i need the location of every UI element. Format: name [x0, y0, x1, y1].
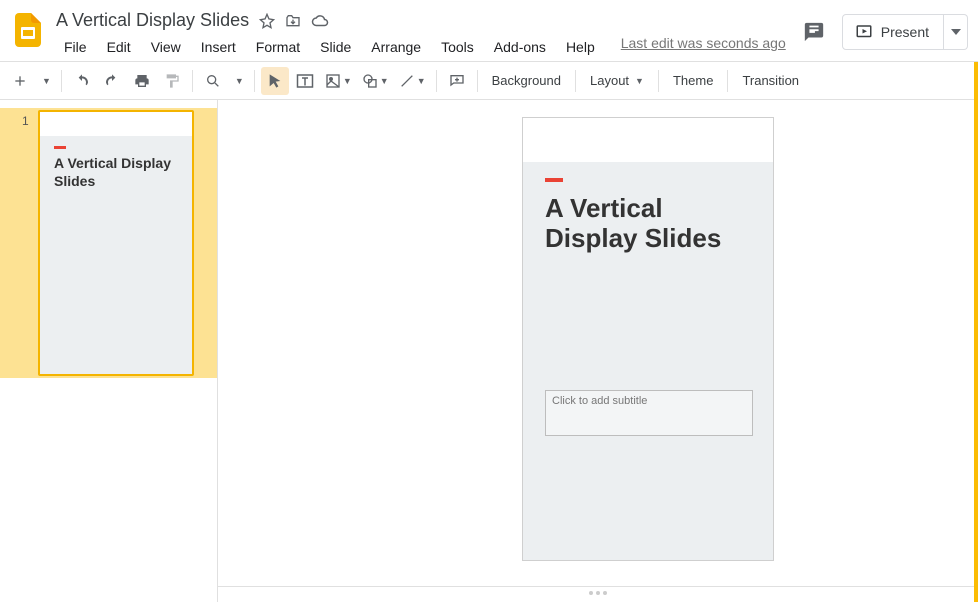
zoom-dropdown[interactable]: ▼	[229, 67, 248, 95]
layout-label: Layout	[590, 73, 629, 88]
separator	[727, 70, 728, 92]
canvas-content: A Vertical Display Slides	[523, 162, 773, 254]
separator	[254, 70, 255, 92]
toolbar: ▼ ▼ ▼ ▼ ▼ Background Layout▼ Theme	[0, 62, 978, 100]
zoom-button[interactable]	[199, 67, 227, 95]
canvas-area[interactable]: A Vertical Display Slides Click to add s…	[218, 100, 978, 602]
shape-tool[interactable]: ▼	[358, 67, 393, 95]
separator	[575, 70, 576, 92]
menu-addons[interactable]: Add-ons	[486, 35, 554, 59]
thumb-content: A Vertical Display Slides	[40, 136, 192, 200]
menu-edit[interactable]: Edit	[99, 35, 139, 59]
separator	[436, 70, 437, 92]
slide-thumbnail[interactable]: A Vertical Display Slides	[38, 110, 194, 376]
filmstrip-slide[interactable]: 1 A Vertical Display Slides	[0, 108, 217, 378]
line-tool[interactable]: ▼	[395, 67, 430, 95]
textbox-tool[interactable]	[291, 67, 319, 95]
paint-format-button[interactable]	[158, 67, 186, 95]
menu-view[interactable]: View	[143, 35, 189, 59]
accent-bar-icon	[54, 146, 66, 149]
drag-handle-icon[interactable]	[589, 591, 607, 595]
title-area: A Vertical Display Slides File Edit View…	[56, 8, 786, 59]
slide-number: 1	[22, 114, 29, 128]
menu-slide[interactable]: Slide	[312, 35, 359, 59]
header-right: Present	[800, 14, 968, 50]
comments-icon[interactable]	[800, 18, 828, 46]
subtitle-placeholder[interactable]: Click to add subtitle	[545, 390, 753, 436]
background-button[interactable]: Background	[484, 67, 569, 95]
menu-file[interactable]: File	[56, 35, 95, 59]
filmstrip[interactable]: 1 A Vertical Display Slides	[0, 100, 218, 602]
accent-bar-icon	[545, 178, 563, 182]
select-tool[interactable]	[261, 67, 289, 95]
document-title[interactable]: A Vertical Display Slides	[56, 10, 249, 31]
undo-button[interactable]	[68, 67, 96, 95]
redo-button[interactable]	[98, 67, 126, 95]
new-slide-dropdown[interactable]: ▼	[36, 67, 55, 95]
canvas-header-bar	[523, 118, 773, 162]
workspace: 1 A Vertical Display Slides A Vertical D…	[0, 100, 978, 602]
separator	[658, 70, 659, 92]
slides-logo[interactable]	[8, 10, 48, 50]
slide-canvas[interactable]: A Vertical Display Slides Click to add s…	[523, 118, 773, 560]
separator	[192, 70, 193, 92]
side-panel-strip[interactable]	[974, 62, 978, 602]
menu-format[interactable]: Format	[248, 35, 308, 59]
present-dropdown[interactable]	[944, 14, 968, 50]
print-button[interactable]	[128, 67, 156, 95]
thumb-title: A Vertical Display Slides	[54, 155, 178, 190]
slide-title[interactable]: A Vertical Display Slides	[545, 194, 751, 254]
last-edit-link[interactable]: Last edit was seconds ago	[621, 35, 786, 59]
present-label: Present	[881, 24, 929, 40]
present-button[interactable]: Present	[842, 14, 944, 50]
thumb-header-bar	[40, 112, 192, 136]
image-tool[interactable]: ▼	[321, 67, 356, 95]
menu-help[interactable]: Help	[558, 35, 603, 59]
move-icon[interactable]	[285, 13, 301, 29]
menu-arrange[interactable]: Arrange	[363, 35, 429, 59]
speaker-notes-bar[interactable]	[218, 586, 978, 602]
layout-button[interactable]: Layout▼	[582, 67, 652, 95]
present-button-group: Present	[842, 14, 968, 50]
menu-tools[interactable]: Tools	[433, 35, 482, 59]
menu-bar: File Edit View Insert Format Slide Arran…	[56, 35, 786, 59]
separator	[477, 70, 478, 92]
star-icon[interactable]	[259, 13, 275, 29]
transition-button[interactable]: Transition	[734, 67, 807, 95]
separator	[61, 70, 62, 92]
cloud-status-icon[interactable]	[311, 13, 329, 29]
new-slide-button[interactable]	[6, 67, 34, 95]
theme-button[interactable]: Theme	[665, 67, 721, 95]
header: A Vertical Display Slides File Edit View…	[0, 0, 978, 62]
menu-insert[interactable]: Insert	[193, 35, 244, 59]
comment-button[interactable]	[443, 67, 471, 95]
